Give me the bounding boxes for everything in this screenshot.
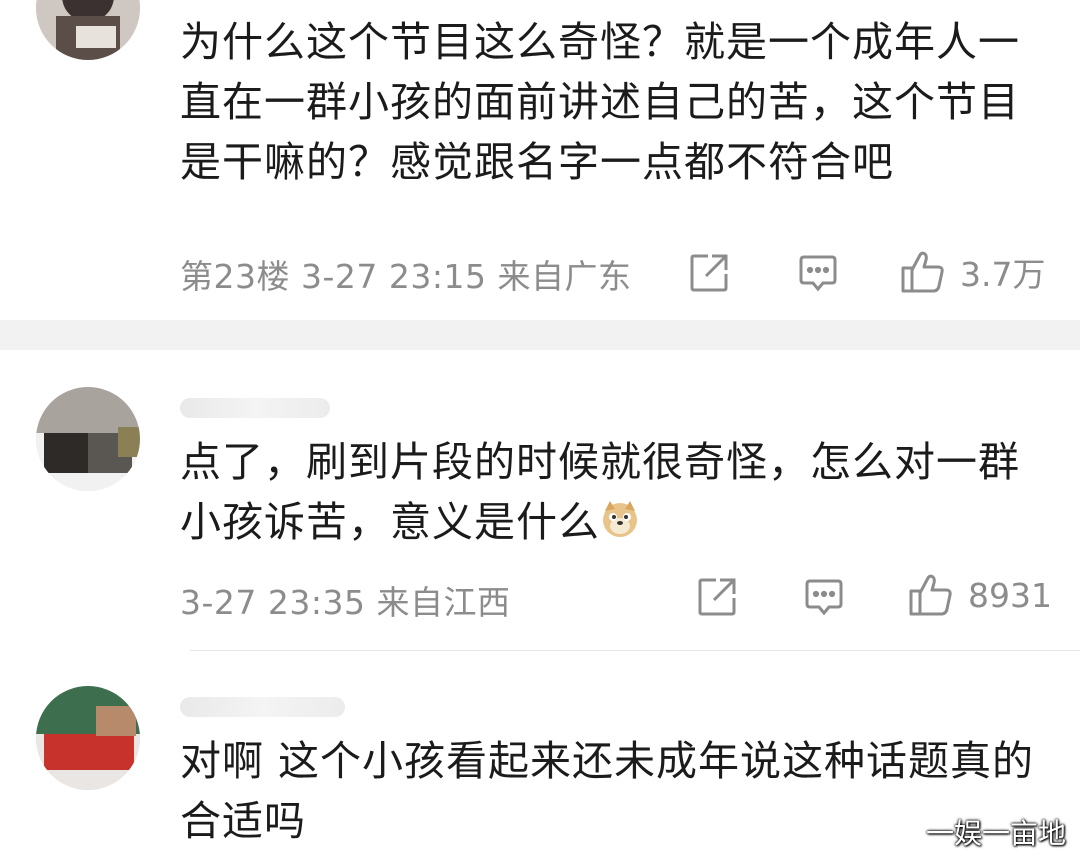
like-button[interactable]: 8931	[908, 572, 1052, 618]
avatar[interactable]	[36, 686, 140, 790]
reply-button[interactable]	[797, 254, 839, 294]
comment-item: 为什么这个节目这么奇怪？就是一个成年人一直在一群小孩的面前讲述自己的苦，这个节目…	[0, 0, 1080, 320]
comment-icon	[805, 579, 843, 616]
comment-meta: 3-27 23:35 来自江西	[180, 583, 511, 622]
like-button[interactable]: 3.7万	[900, 248, 1045, 296]
share-icon	[690, 254, 728, 292]
section-separator	[0, 320, 1080, 350]
avatar[interactable]	[36, 387, 140, 491]
share-button[interactable]	[688, 252, 730, 294]
thumbs-up-icon	[909, 574, 952, 616]
comment-text: 点了，刷到片段的时候就很奇怪，怎么对一群小孩诉苦，意义是什么	[180, 432, 1040, 555]
avatar[interactable]	[36, 0, 140, 60]
comment-text: 对啊 这个小孩看起来还未成年说这种话题真的合适吗	[180, 737, 1035, 845]
watermark: 一娱一亩地	[925, 817, 1066, 850]
comment-item: 点了，刷到片段的时候就很奇怪，怎么对一群小孩诉苦，意义是什么 3-27 23:3…	[0, 350, 1080, 650]
share-icon	[698, 578, 736, 616]
username-blurred	[180, 697, 345, 717]
share-button[interactable]	[696, 576, 738, 618]
comment-text: 为什么这个节目这么奇怪？就是一个成年人一直在一群小孩的面前讲述自己的苦，这个节目…	[180, 18, 1020, 186]
like-count: 8931	[968, 575, 1052, 615]
comment-icon	[799, 255, 837, 292]
doge-emoji-icon	[600, 495, 640, 555]
comment-meta: 第23楼 3-27 23:15 来自广东	[180, 257, 632, 296]
reply-button[interactable]	[803, 578, 845, 618]
comment-item: 对啊 这个小孩看起来还未成年说这种话题真的合适吗	[0, 651, 1080, 866]
like-count: 3.7万	[960, 255, 1046, 294]
username-blurred	[180, 398, 330, 418]
thumbs-up-icon	[901, 251, 944, 293]
